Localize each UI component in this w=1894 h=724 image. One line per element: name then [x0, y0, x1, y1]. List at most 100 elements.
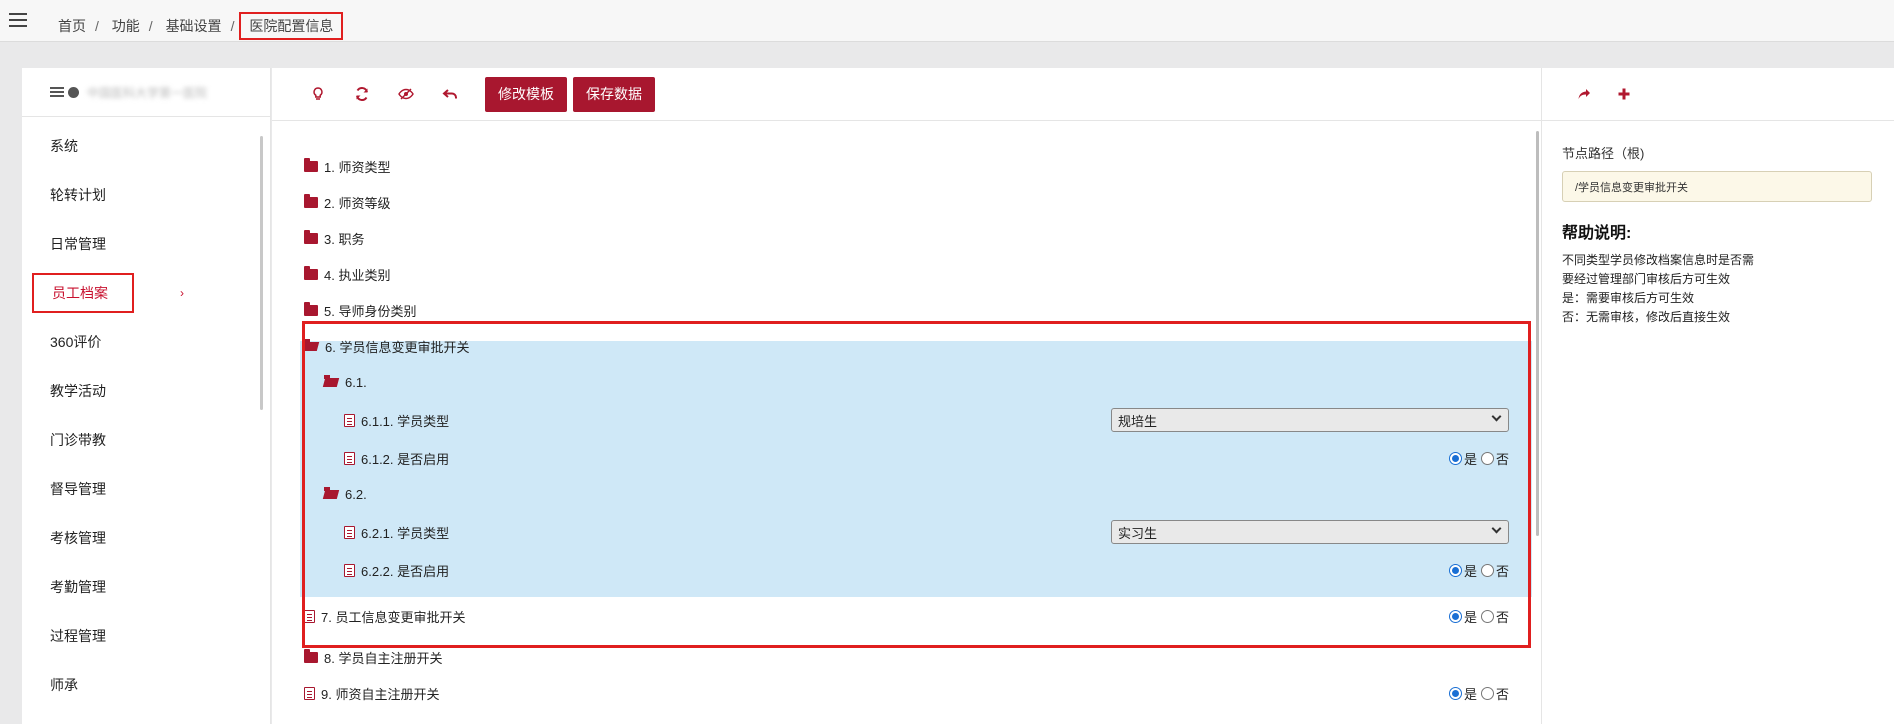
breadcrumb-function[interactable]: 功能: [112, 18, 140, 34]
sidebar-item-label: 考核管理: [50, 529, 106, 546]
config-tree: 1. 师资类型 2. 师资等级 3. 职务 4. 执业类别 5. 导师身份类别 …: [304, 148, 1519, 711]
refresh-icon[interactable]: [353, 85, 371, 103]
save-data-button[interactable]: 保存数据: [573, 76, 655, 112]
radio-yes[interactable]: [1448, 686, 1462, 700]
sidebar-item-360-evaluation[interactable]: 360评价: [22, 317, 270, 366]
sidebar-item-assessment[interactable]: 考核管理: [22, 513, 270, 562]
sidebar-header: 中国医科大学第一医院: [22, 68, 270, 117]
tree-node-label: 6. 学员信息变更审批开关: [325, 339, 470, 355]
sidebar-menu: 系统 轮转计划 日常管理 员工档案 › 360评价 教学活动 门诊带教 督导管理 …: [22, 121, 270, 709]
lightbulb-icon[interactable]: [309, 85, 327, 103]
sidebar-item-mentorship[interactable]: 师承: [22, 660, 270, 709]
folder-icon: [304, 648, 318, 663]
radio-yes[interactable]: [1448, 563, 1462, 577]
sidebar-item-attendance[interactable]: 考勤管理: [22, 562, 270, 611]
chevron-down-icon: [1491, 523, 1502, 534]
plus-icon[interactable]: [1615, 85, 1633, 103]
tree-node[interactable]: 7. 员工信息变更审批开关 是 否: [304, 588, 1519, 639]
help-title: 帮助说明:: [1562, 225, 1632, 242]
radio-no[interactable]: [1480, 563, 1494, 577]
tree-node[interactable]: 8. 学员自主注册开关: [304, 639, 1519, 675]
tree-node[interactable]: 6.2.1. 学员类型 实习生: [304, 512, 1519, 552]
tree-node[interactable]: 3. 职务: [304, 220, 1519, 256]
radio-no[interactable]: [1480, 610, 1494, 623]
file-icon: [344, 413, 355, 427]
sidebar: 中国医科大学第一医院 系统 轮转计划 日常管理 员工档案 › 360评价 教学活动…: [22, 68, 271, 724]
tree-node-label: 1. 师资类型: [324, 159, 391, 175]
right-panel: 节点路径（根) /学员信息变更审批开关 帮助说明: 不同类型学员修改档案信息时是…: [1541, 68, 1894, 724]
tree-node[interactable]: 1. 师资类型: [304, 148, 1519, 184]
sidebar-item-outpatient-teaching[interactable]: 门诊带教: [22, 415, 270, 464]
tree-node-label: 3. 职务: [324, 231, 365, 247]
sidebar-item-system[interactable]: 系统: [22, 121, 270, 170]
radio-no[interactable]: [1480, 686, 1494, 700]
tree-node[interactable]: 2. 师资等级: [304, 184, 1519, 220]
student-type-select[interactable]: 实习生: [1111, 520, 1509, 544]
main-scrollbar[interactable]: [1536, 131, 1539, 536]
tree-node[interactable]: 4. 执业类别: [304, 256, 1519, 292]
tree-node[interactable]: 5. 导师身份类别: [304, 292, 1519, 328]
tree-node[interactable]: 6.2.2. 是否启用 是 否: [304, 552, 1519, 588]
tree-node[interactable]: 6.1.: [304, 364, 1519, 400]
radio-yes[interactable]: [1448, 610, 1462, 623]
registration-radio-group: 是 否: [1448, 684, 1509, 703]
list-icon: [50, 87, 64, 97]
sidebar-item-label: 日常管理: [50, 235, 106, 252]
sidebar-item-label: 教学活动: [50, 382, 106, 399]
breadcrumb-current: 医院配置信息: [239, 12, 344, 40]
radio-no-label: 否: [1495, 563, 1509, 579]
file-icon: [304, 610, 315, 623]
sidebar-scrollbar[interactable]: [260, 136, 263, 410]
tree-node-label: 6.1.2. 是否启用: [361, 451, 450, 467]
tree-node[interactable]: 6.1.1. 学员类型 规培生: [304, 400, 1519, 440]
folder-icon: [304, 193, 318, 208]
status-dot-icon: [68, 86, 79, 98]
radio-yes[interactable]: [1448, 451, 1462, 465]
file-icon: [344, 563, 355, 577]
tree-node[interactable]: 9. 师资自主注册开关 是 否: [304, 675, 1519, 711]
folder-icon: [304, 301, 318, 316]
hamburger-menu-icon[interactable]: [9, 13, 27, 27]
file-icon: [344, 451, 355, 465]
radio-no-label: 否: [1495, 451, 1509, 467]
folder-icon: [304, 229, 318, 244]
tree-node[interactable]: 6.2.: [304, 476, 1519, 512]
tree-node-label: 6.2.: [345, 486, 367, 502]
sidebar-item-process[interactable]: 过程管理: [22, 611, 270, 660]
chevron-right-icon: ›: [180, 285, 184, 300]
undo-icon[interactable]: [441, 85, 459, 103]
node-path-field[interactable]: /学员信息变更审批开关: [1562, 171, 1872, 202]
sidebar-item-label: 师承: [50, 676, 78, 693]
select-value: 实习生: [1118, 525, 1158, 541]
sidebar-item-daily-management[interactable]: 日常管理: [22, 219, 270, 268]
breadcrumb-home[interactable]: 首页: [58, 18, 86, 34]
top-bar: 首页 / 功能 / 基础设置 / 医院配置信息: [0, 0, 1894, 42]
sidebar-item-label: 系统: [50, 137, 78, 154]
breadcrumb-basic-settings[interactable]: 基础设置: [166, 18, 222, 34]
sidebar-item-teaching-activities[interactable]: 教学活动: [22, 366, 270, 415]
tree-node-selected[interactable]: 6. 学员信息变更审批开关: [304, 328, 1519, 364]
breadcrumb: 首页 / 功能 / 基础设置 / 医院配置信息: [58, 12, 344, 40]
edit-template-button[interactable]: 修改模板: [485, 76, 567, 112]
radio-no-label: 否: [1495, 686, 1509, 702]
tree-node-label: 6.2.2. 是否启用: [361, 563, 450, 579]
approval-radio-group: 是 否: [1448, 607, 1509, 626]
sidebar-item-label: 轮转计划: [50, 186, 106, 203]
sidebar-item-label: 过程管理: [50, 627, 106, 644]
enable-radio-group: 是 否: [1448, 561, 1509, 580]
eye-slash-icon[interactable]: [397, 85, 415, 103]
student-type-select[interactable]: 规培生: [1111, 408, 1509, 432]
sidebar-item-staff-records[interactable]: 员工档案 ›: [22, 268, 270, 317]
tree-node-label: 2. 师资等级: [324, 195, 391, 211]
help-text: 不同类型学员修改档案信息时是否需 要经过管理部门审核后方可生效 是：需要审核后方…: [1562, 251, 1862, 327]
folder-icon: [304, 265, 318, 280]
organization-name: 中国医科大学第一医院: [87, 85, 208, 100]
sidebar-item-rotation-plan[interactable]: 轮转计划: [22, 170, 270, 219]
tree-node[interactable]: 6.1.2. 是否启用 是 否: [304, 440, 1519, 476]
sidebar-item-label: 员工档案: [32, 272, 134, 313]
radio-no[interactable]: [1480, 451, 1494, 465]
share-icon[interactable]: [1575, 85, 1593, 103]
tree-node-label: 5. 导师身份类别: [324, 303, 417, 319]
node-path-label: 节点路径（根): [1562, 146, 1645, 161]
sidebar-item-supervision[interactable]: 督导管理: [22, 464, 270, 513]
